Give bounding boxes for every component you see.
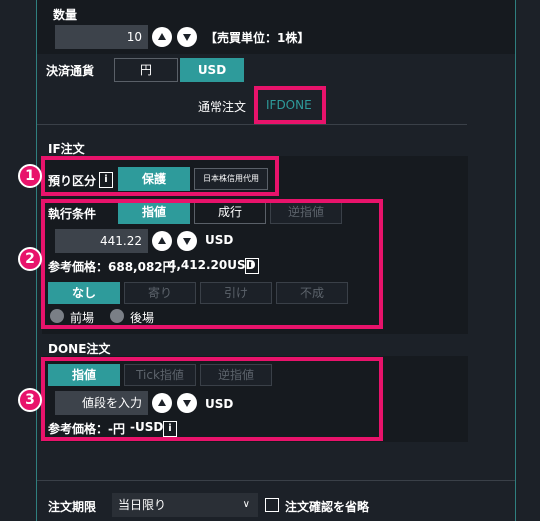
quantity-label: 数量 [53, 8, 78, 22]
bottom-divider [37, 480, 515, 481]
tabs-divider [37, 124, 467, 125]
panel-border-right [515, 0, 516, 521]
settlement-usd-button[interactable]: USD [180, 58, 244, 82]
triangle-down-icon [183, 34, 191, 41]
done-section-title: DONE注文 [48, 342, 111, 356]
if-section-title: IF注文 [48, 142, 85, 156]
quantity-down-button[interactable] [177, 27, 197, 47]
skip-confirm-label: 注文確認を省略 [285, 500, 370, 514]
settlement-label: 決済通貨 [46, 64, 95, 78]
badge-2: 2 [18, 247, 42, 271]
skip-confirm-checkbox[interactable] [265, 498, 279, 512]
deposit-highlight-box [41, 156, 279, 196]
expiry-label: 注文期限 [48, 500, 97, 514]
exec-highlight-box [41, 199, 383, 329]
quantity-up-button[interactable] [152, 27, 172, 47]
expiry-select-value: 当日限り [118, 498, 167, 512]
order-form-screen: 数量 10 【売買単位：1株】 決済通貨 円 USD 通常注文 IFDONE I… [0, 0, 540, 521]
tab-normal-order[interactable]: 通常注文 [198, 98, 246, 115]
triangle-up-icon [158, 33, 166, 40]
tab-ifdone[interactable]: IFDONE [266, 98, 312, 112]
expiry-select[interactable]: 当日限り ∨ [112, 493, 258, 517]
done-highlight-box [41, 357, 383, 441]
trade-unit-note: 【売買単位：1株】 [205, 31, 310, 45]
badge-3: 3 [18, 388, 42, 412]
settlement-yen-button[interactable]: 円 [114, 58, 178, 82]
chevron-down-icon: ∨ [242, 499, 250, 510]
badge-1: 1 [18, 164, 42, 188]
quantity-input[interactable]: 10 [55, 25, 148, 49]
